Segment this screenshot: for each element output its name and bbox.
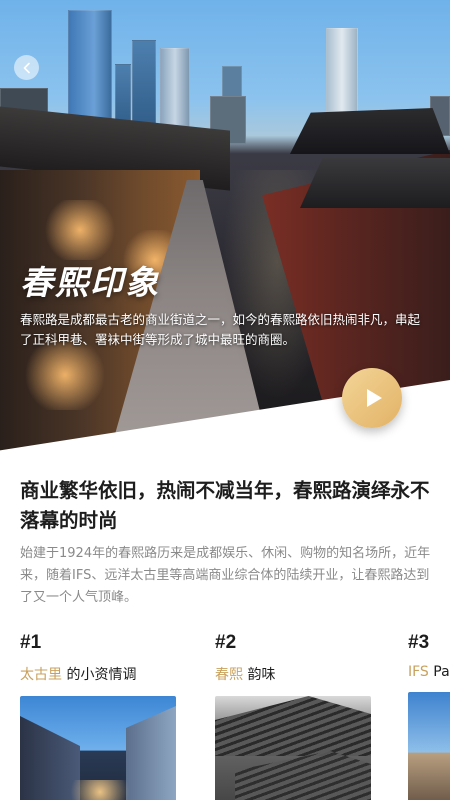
card-subtitle: IFS Pa (408, 664, 450, 680)
image-lights (60, 780, 140, 800)
hero-title: 春熙印象 (20, 263, 160, 302)
article-intro: 始建于1924年的春熙路历来是成都娱乐、休闲、购物的知名场所，近年来，随着IFS… (20, 546, 431, 605)
card-image-taikoo-li[interactable] (20, 696, 176, 800)
image-roof-tiles (235, 751, 371, 800)
card-subtitle-rest: Pa (428, 664, 450, 680)
card-image-chunxi-roofs[interactable] (215, 696, 371, 800)
skyscraper (68, 10, 112, 120)
card-subtitle-accent: 太古里 (20, 667, 62, 683)
article-headline: 商业繁华依旧，热闹不减当年，春熙路演绎永不落幕的时尚 (20, 479, 430, 532)
card-subtitle-rest: 韵味 (243, 667, 276, 683)
skyscraper (326, 28, 358, 118)
card-subtitle: 太古里 的小资情调 (20, 664, 180, 684)
card-number: #2 (215, 632, 237, 653)
play-video-button[interactable] (342, 368, 402, 428)
card-subtitle-rest: 的小资情调 (62, 667, 137, 683)
traditional-roof-right-lower (300, 158, 450, 208)
feature-card-2[interactable]: #2 春熙 韵味 (215, 632, 375, 800)
feature-card-carousel[interactable]: #1 太古里 的小资情调 #2 春熙 韵味 #3 IFS Pa (0, 632, 450, 800)
shop-light (20, 340, 110, 410)
card-subtitle-accent: IFS (408, 664, 429, 680)
card-subtitle: 春熙 韵味 (215, 664, 375, 684)
chevron-left-icon (23, 62, 30, 73)
shop-light (40, 200, 120, 260)
hero-description: 春熙路是成都最古老的商业街道之一，如今的春熙路依旧热闹非凡，串起了正科甲巷、署袜… (20, 312, 421, 347)
play-icon (367, 389, 382, 407)
traditional-roof-right (289, 108, 450, 154)
feature-card-3[interactable]: #3 IFS Pa (408, 632, 450, 800)
card-image-ifs[interactable] (408, 692, 450, 800)
feature-card-1[interactable]: #1 太古里 的小资情调 (20, 632, 180, 800)
card-number: #1 (20, 632, 42, 653)
card-number: #3 (408, 632, 430, 653)
card-subtitle-accent: 春熙 (215, 667, 243, 683)
back-button[interactable] (14, 55, 39, 80)
image-roof-tiles (215, 696, 371, 756)
